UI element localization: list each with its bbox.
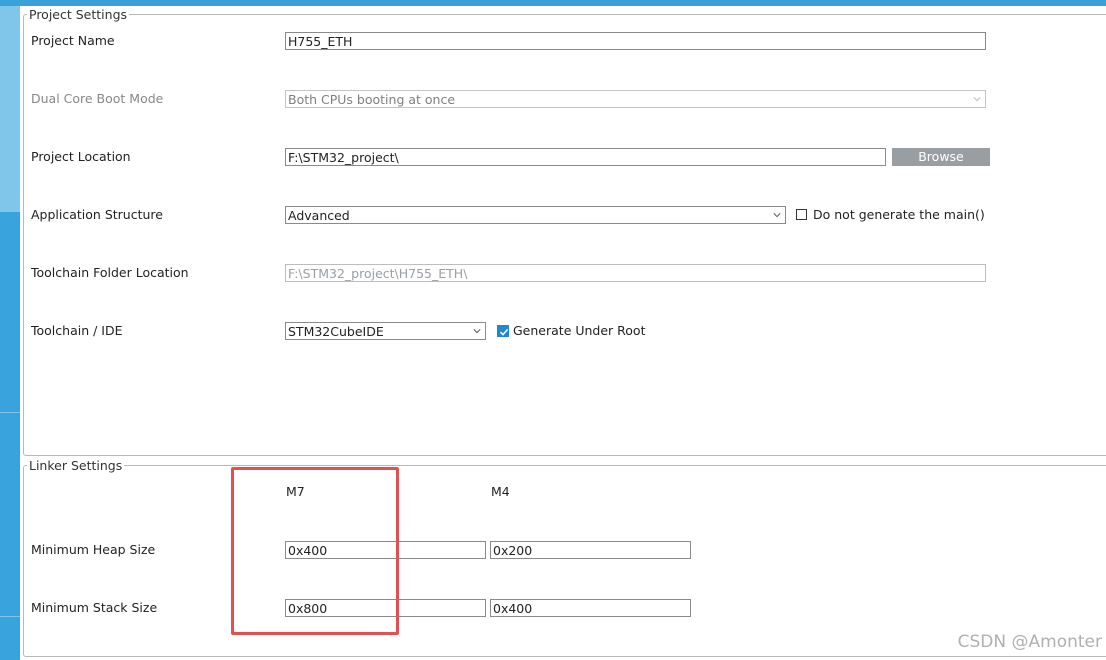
project-name-label: Project Name <box>31 33 115 48</box>
dual-core-boot-mode-label: Dual Core Boot Mode <box>31 91 164 106</box>
dual-core-boot-mode-value: Both CPUs booting at once <box>288 92 456 107</box>
application-structure-select[interactable]: Advanced <box>285 206 786 224</box>
toolchain-ide-select[interactable]: STM32CubeIDE <box>285 322 486 340</box>
side-tab-divider <box>0 616 20 617</box>
toolchain-folder-location-field: F:\STM32_project\H755_ETH\ <box>285 264 986 282</box>
generate-under-root-label[interactable]: Generate Under Root <box>513 323 645 339</box>
do-not-generate-main-checkbox[interactable] <box>796 209 807 220</box>
application-structure-value: Advanced <box>288 208 350 223</box>
top-accent-bar <box>0 0 1106 6</box>
m4-column-header: M4 <box>491 484 510 499</box>
toolchain-folder-location-label: Toolchain Folder Location <box>31 265 189 280</box>
csdn-watermark: CSDN @Amonter <box>957 632 1102 652</box>
chevron-down-icon <box>973 97 981 102</box>
chevron-down-icon <box>773 213 781 218</box>
left-side-tabs[interactable] <box>0 6 20 660</box>
active-side-tab[interactable] <box>0 6 20 212</box>
project-location-label: Project Location <box>31 149 131 164</box>
red-highlight-box <box>231 467 399 635</box>
minimum-heap-size-label: Minimum Heap Size <box>31 542 156 557</box>
browse-button[interactable]: Browse <box>892 148 990 166</box>
cubemx-project-manager: Project Settings Project Name H755_ETH D… <box>0 0 1106 660</box>
project-name-field[interactable]: H755_ETH <box>285 32 986 50</box>
project-settings-group <box>23 14 1106 456</box>
project-settings-legend: Project Settings <box>27 7 130 22</box>
checkmark-icon <box>499 328 509 336</box>
side-tab-divider <box>0 412 20 413</box>
m4-heap-size-field[interactable]: 0x200 <box>490 541 691 559</box>
application-structure-label: Application Structure <box>31 207 163 222</box>
dual-core-boot-mode-select: Both CPUs booting at once <box>285 90 986 108</box>
generate-under-root-checkbox[interactable] <box>497 325 509 337</box>
toolchain-ide-value: STM32CubeIDE <box>288 324 384 339</box>
linker-settings-group <box>23 465 1106 657</box>
toolchain-ide-label: Toolchain / IDE <box>31 323 123 338</box>
do-not-generate-main-label[interactable]: Do not generate the main() <box>813 207 985 223</box>
linker-settings-legend: Linker Settings <box>27 458 125 473</box>
project-location-field[interactable]: F:\STM32_project\ <box>285 148 886 166</box>
minimum-stack-size-label: Minimum Stack Size <box>31 600 158 615</box>
chevron-down-icon <box>473 329 481 334</box>
m4-stack-size-field[interactable]: 0x400 <box>490 599 691 617</box>
